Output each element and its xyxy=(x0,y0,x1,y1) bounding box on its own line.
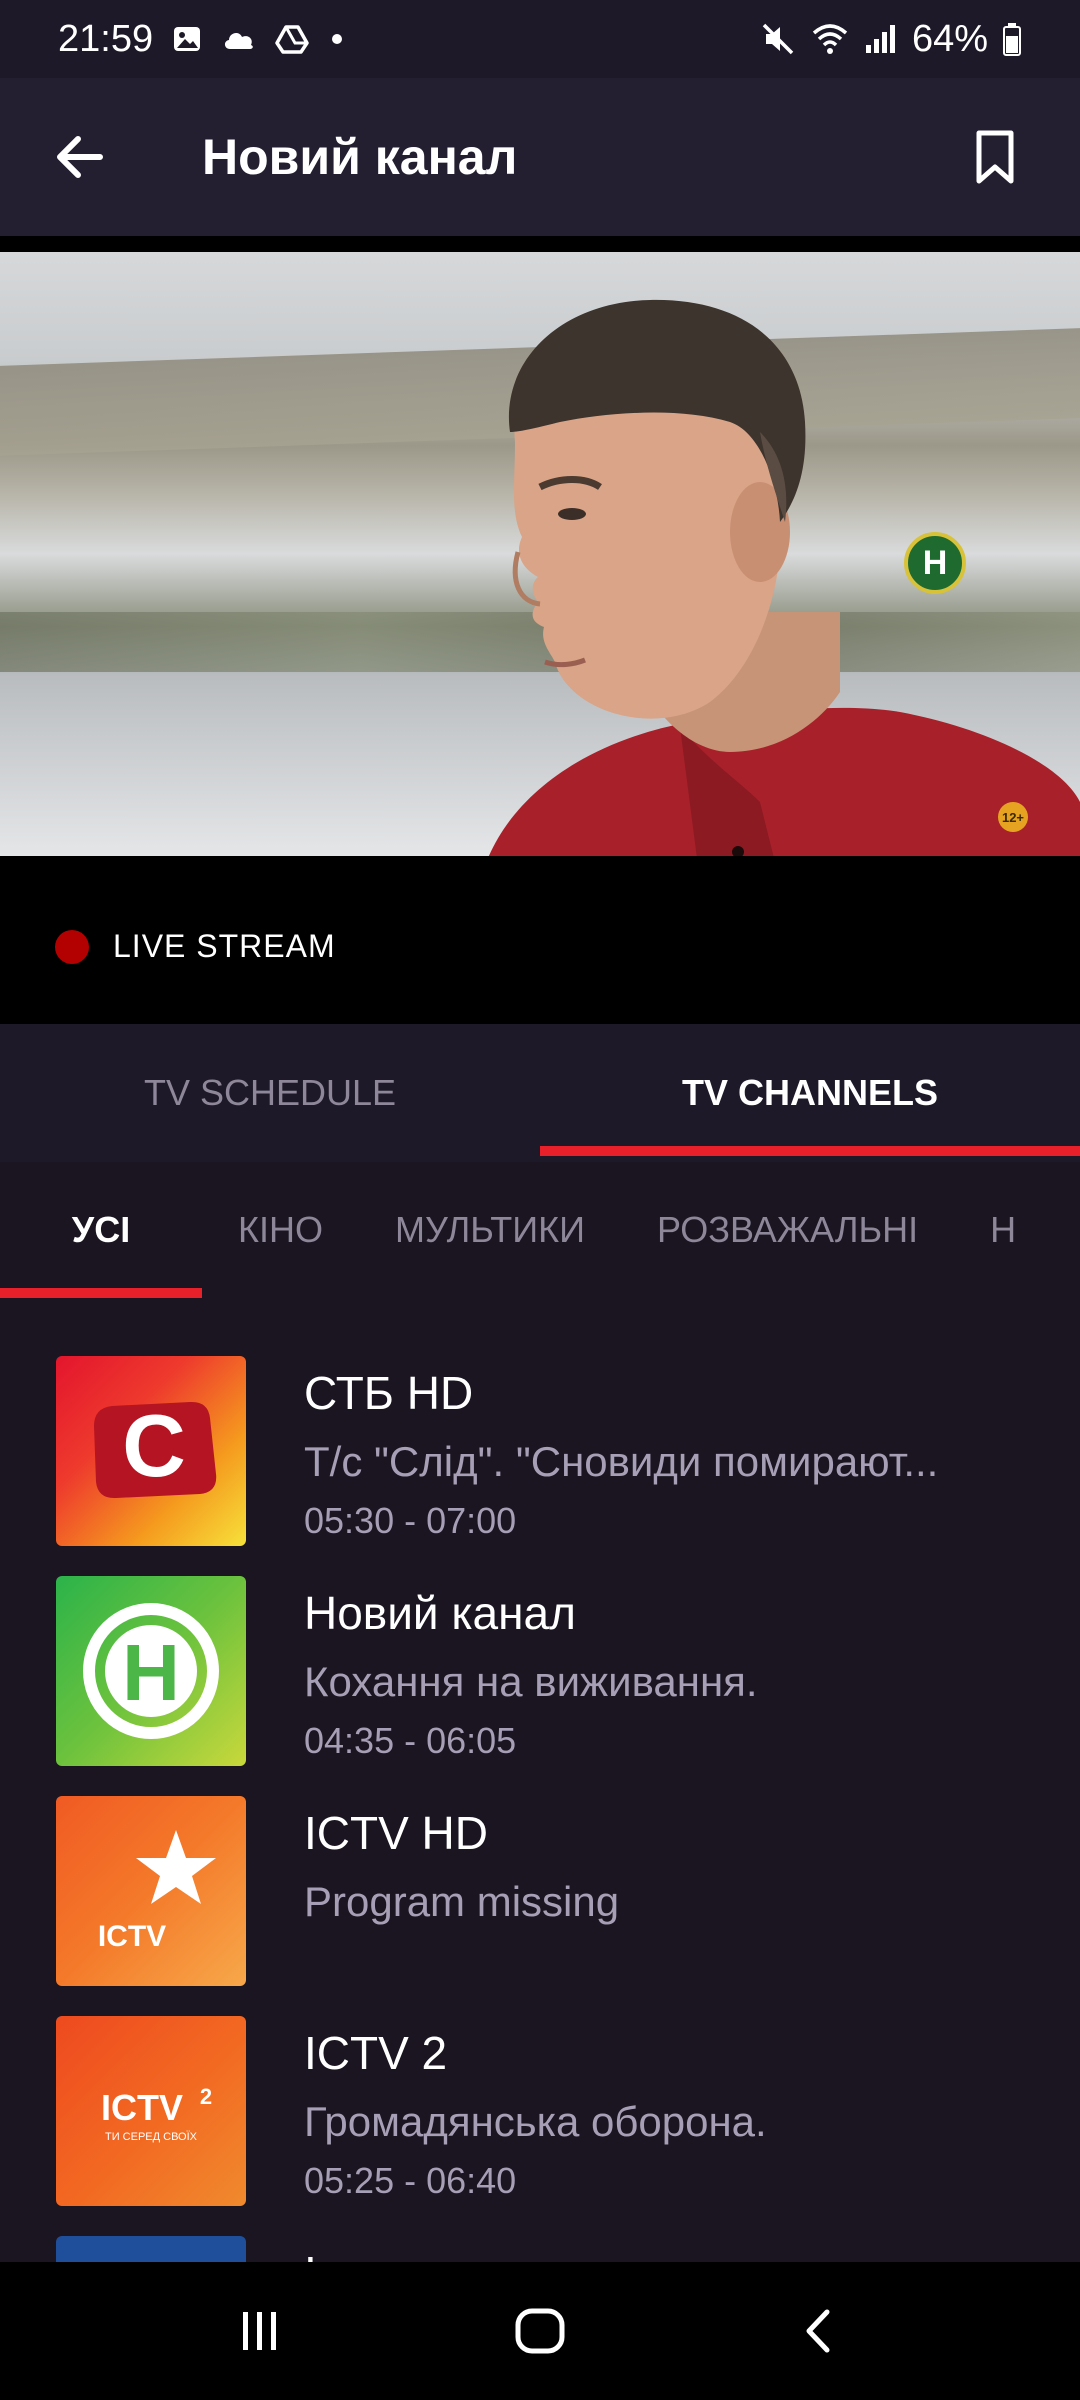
cloud-icon xyxy=(221,25,257,53)
live-indicator: LIVE STREAM xyxy=(55,928,336,965)
recent-apps-icon xyxy=(243,2312,276,2350)
video-frame[interactable]: Н xyxy=(0,252,1080,856)
channel-program: Program missing xyxy=(304,1878,620,1925)
page-title: Новий канал xyxy=(202,129,518,185)
channel-name: Новий канал xyxy=(304,1587,576,1639)
back-button[interactable] xyxy=(30,107,130,207)
battery-percent: 64% xyxy=(911,17,988,60)
presenter-image xyxy=(488,299,1080,856)
main-tabs: TV SCHEDULE TV CHANNELS xyxy=(0,1024,1080,1162)
channel-time: 05:25 - 06:40 xyxy=(304,2160,517,2201)
bookmark-button[interactable] xyxy=(950,112,1040,202)
channel-item-stb[interactable]: С СТБ HD Т/с "Слід". "Сновиди помирают..… xyxy=(0,1356,1080,1556)
ictv-logo-text: ICTV xyxy=(98,1920,166,1953)
category-tab-entertainment[interactable]: РОЗВАЖАЛЬНІ xyxy=(621,1162,954,1298)
status-time: 21:59 xyxy=(58,17,154,60)
category-tabs: УСІ КІНО МУЛЬТИКИ РОЗВАЖАЛЬНІ Н xyxy=(0,1162,1080,1298)
channel-item-inter[interactable]: Інтер xyxy=(0,2236,1080,2262)
channel-time: 04:35 - 06:05 xyxy=(304,1720,517,1761)
channel-name: ICTV 2 xyxy=(304,2027,448,2079)
live-dot-icon xyxy=(55,929,89,964)
category-tab-more[interactable]: Н xyxy=(954,1162,1052,1298)
channel-program: Кохання на виживання. xyxy=(304,1658,758,1705)
app-bar: Новий канал xyxy=(0,78,1080,236)
wifi-icon xyxy=(810,21,850,57)
channel-list: С СТБ HD Т/с "Слід". "Сновиди помирают..… xyxy=(0,1298,1080,2262)
channel-logo-ictv2: ICTV 2 ТИ СЕРЕД СВОЇХ xyxy=(56,2016,246,2206)
system-back-button[interactable] xyxy=(760,2281,880,2381)
drive-icon xyxy=(275,24,309,54)
channel-item-ictv2[interactable]: ICTV 2 ТИ СЕРЕД СВОЇХ ICTV 2 Громадянськ… xyxy=(0,2016,1080,2216)
system-nav-bar xyxy=(0,2262,1080,2400)
recent-apps-button[interactable] xyxy=(200,2281,320,2381)
live-label: LIVE STREAM xyxy=(113,928,336,964)
category-tab-cartoons[interactable]: МУЛЬТИКИ xyxy=(359,1162,621,1298)
signal-icon xyxy=(864,23,898,55)
ictv2-logo-text: ICTV xyxy=(101,2087,183,2128)
channel-logo-ictv-hd: ICTV xyxy=(56,1796,246,1986)
channel-name: ICTV HD xyxy=(304,1807,488,1859)
tab-tv-channels[interactable]: TV CHANNELS xyxy=(540,1024,1080,1162)
bookmark-icon xyxy=(976,130,1014,184)
channel-watermark-icon: Н xyxy=(904,532,966,594)
category-tab-movies[interactable]: КІНО xyxy=(202,1162,359,1298)
home-icon xyxy=(515,2308,565,2354)
channel-logo-novyi: Н xyxy=(56,1576,246,1766)
video-player[interactable]: Н 12+ LIVE STREAM xyxy=(0,236,1080,1024)
age-rating-badge: 12+ xyxy=(998,802,1028,832)
channel-program: Громадянська оборона. xyxy=(304,2098,767,2145)
channel-time: 05:30 - 07:00 xyxy=(304,1500,517,1541)
back-icon xyxy=(806,2309,830,2353)
channel-item-novyi[interactable]: Н Новий канал Кохання на виживання. 04:3… xyxy=(0,1576,1080,1776)
novyi-logo-text: Н xyxy=(122,1628,180,1717)
channel-name: СТБ HD xyxy=(304,1367,474,1419)
channel-program: Т/с "Слід". "Сновиди помирают... xyxy=(304,1438,939,1485)
category-tab-all[interactable]: УСІ xyxy=(0,1162,202,1298)
home-button[interactable] xyxy=(480,2281,600,2381)
status-bar: 21:59 64% xyxy=(0,0,1080,78)
gallery-icon xyxy=(171,23,203,55)
mute-icon xyxy=(760,21,796,57)
dot-icon xyxy=(327,29,347,49)
arrow-left-icon xyxy=(57,136,103,178)
ictv2-logo-superscript: 2 xyxy=(200,2084,212,2109)
channel-logo-stb: С xyxy=(56,1356,246,1546)
ictv2-logo-slogan: ТИ СЕРЕД СВОЇХ xyxy=(105,2131,198,2143)
stb-logo-text: С xyxy=(122,1396,186,1495)
tab-tv-schedule[interactable]: TV SCHEDULE xyxy=(0,1024,540,1162)
channel-logo-inter xyxy=(56,2236,246,2262)
channel-name: Інтер xyxy=(304,2246,414,2262)
channel-item-ictv-hd[interactable]: ICTV ICTV HD Program missing xyxy=(0,1796,1080,1996)
battery-icon xyxy=(1002,22,1022,56)
